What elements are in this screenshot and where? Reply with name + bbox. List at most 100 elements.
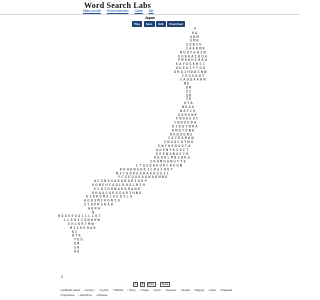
grid-row[interactable]: U O K K A I D O A xyxy=(178,54,207,58)
grid-row[interactable]: I A Y R A M O N xyxy=(168,136,194,140)
word-item[interactable]: •Osaka xyxy=(140,289,149,292)
grid-row[interactable]: C E G S O H T xyxy=(182,74,204,78)
grid-row[interactable]: U Y A xyxy=(184,101,193,105)
grid-row[interactable]: R M O T O N K xyxy=(172,128,195,132)
grid-row[interactable]: R K A A G A R A G A R I H N O xyxy=(92,191,141,195)
nav-link-make[interactable]: Make puzzle xyxy=(83,9,101,13)
word-item[interactable]: •Nagasaki xyxy=(220,289,232,292)
grid-row[interactable]: K A Y U S K R S C xyxy=(176,62,205,66)
grid-row[interactable]: E C O I O H N A K O R A N O xyxy=(94,187,140,191)
puzzle-title: Japan xyxy=(144,16,156,20)
grid-row[interactable]: O K D U O N S xyxy=(170,132,192,136)
grid-row[interactable]: H I K O T M R A xyxy=(172,125,198,129)
grid-row[interactable]: A O R S M I K O N I O xyxy=(84,199,120,203)
word-label: Tokyo xyxy=(128,289,136,292)
grid-row[interactable]: U M xyxy=(74,242,79,246)
grid-row[interactable]: L L E K I C O N O H W xyxy=(64,218,101,222)
word-item[interactable]: •Kyushu xyxy=(98,289,108,292)
word-item[interactable]: •Hiroshima xyxy=(79,294,92,297)
grid-row[interactable]: Y U O xyxy=(74,238,83,242)
word-label: Hokkaido Island xyxy=(61,289,80,292)
grid-row[interactable]: A C G N A S A K A B A R I O K P xyxy=(94,179,147,183)
word-label: Honshu xyxy=(85,289,95,292)
grid-row[interactable]: M U O Y O H I N xyxy=(180,50,206,54)
grid-row[interactable]: K A xyxy=(192,31,197,35)
grid-row[interactable]: P M R O H I R A A xyxy=(178,58,207,62)
grid-row[interactable]: A O E N Y K S O I T xyxy=(156,148,188,152)
grid-row[interactable]: L T Q S D H E U K C H E O N xyxy=(136,164,182,168)
grid-row[interactable]: I W O G O D A xyxy=(174,121,196,125)
grid-row[interactable]: I R xyxy=(186,97,192,101)
grid-row[interactable]: I A O O A A H N xyxy=(180,78,206,82)
word-item[interactable]: •Kobe xyxy=(208,289,216,292)
grid-row[interactable]: M I I K E H A K xyxy=(70,226,96,230)
grid-row[interactable]: Q B xyxy=(186,93,191,97)
word-label: Shikoku xyxy=(114,289,124,292)
word-label: Osaka xyxy=(141,289,149,292)
grid-row[interactable]: O N xyxy=(186,86,191,90)
tool-a-button[interactable]: A xyxy=(133,282,139,287)
grid-row[interactable]: N O A A xyxy=(182,105,194,109)
grid-row[interactable]: K I K K O M A L U E O I L A xyxy=(86,195,132,199)
grid-row[interactable]: I K A M H O N U T T E xyxy=(150,160,186,164)
grid-row[interactable]: S M R xyxy=(190,39,199,43)
word-item[interactable]: •Kyoto xyxy=(153,289,161,292)
grid-row[interactable]: R O U V E S O L L L L O T xyxy=(58,214,101,218)
word-item[interactable]: •Sapporo xyxy=(165,289,176,292)
word-item[interactable]: •Tokyo xyxy=(127,289,135,292)
word-item[interactable]: •Nagoya xyxy=(194,289,204,292)
save-button[interactable]: Save xyxy=(143,21,155,27)
word-item[interactable]: •Shikoku xyxy=(113,289,124,292)
edit-button[interactable]: Edit xyxy=(156,21,166,27)
grid-row[interactable]: U O N E H C A O L R O G L R I H xyxy=(92,183,145,187)
grid-row[interactable]: S O B I U xyxy=(186,43,201,47)
word-item[interactable]: •Okinawa xyxy=(96,294,108,297)
word-label: Sapporo xyxy=(166,289,177,292)
grid-row[interactable]: S N G O C A T M O xyxy=(164,140,193,144)
grid-row[interactable]: A K O O L M B I H K O xyxy=(154,156,190,160)
nav-link-guide[interactable]: Guide xyxy=(134,9,143,13)
grid-row[interactable]: O S xyxy=(186,89,191,93)
grid-row[interactable]: I A K K M R xyxy=(186,47,206,51)
word-item[interactable]: •Kagoshima xyxy=(60,294,75,297)
grid-row[interactable]: G O R E N K xyxy=(178,113,198,117)
letter-grid: PK AA O MS M RS O B I UI A K K M RM U O … xyxy=(58,27,207,253)
grid-row[interactable]: N I Y O O R G A R A K O O G I L xyxy=(116,171,169,175)
nav-link-bld[interactable]: Bld xyxy=(149,9,154,13)
grid-row[interactable]: K K H O N S H K J C R S I H U T xyxy=(120,167,173,171)
grid-row[interactable]: Y C S E O O A A A N A O N N O xyxy=(118,175,167,179)
grid-row[interactable]: N E xyxy=(184,82,189,86)
word-list: •Hokkaido Island •Honshu •Kyushu •Shikoku •T… xyxy=(60,289,242,297)
grid-row[interactable]: O R A I H D D S W W xyxy=(174,70,207,74)
grid-row[interactable]: S H xyxy=(74,245,79,249)
word-label: Kobe xyxy=(209,289,216,292)
grid-row[interactable]: U K E A I Y C O O xyxy=(176,66,205,70)
grid-row[interactable]: E W Y O K O O O T A xyxy=(158,144,190,148)
word-item[interactable]: •Hokkaido Island xyxy=(60,289,80,292)
grid-row[interactable]: N xyxy=(92,210,94,214)
grid-row[interactable]: K I xyxy=(72,230,77,234)
grid-row[interactable]: F N O A E O C xyxy=(176,117,198,121)
grid-row[interactable]: N A F L K xyxy=(180,109,196,113)
grid-row[interactable]: E H L K R T M W xyxy=(68,222,94,226)
grid-row[interactable]: A O M xyxy=(190,35,199,39)
puzzle-toolbar: A B Print Solve xyxy=(133,282,171,287)
solve-button[interactable]: Solve xyxy=(160,282,171,287)
word-label: Kyushu xyxy=(99,289,109,292)
header-divider xyxy=(0,14,300,15)
grid-row[interactable]: H T A xyxy=(72,234,81,238)
nav-link-recommended[interactable]: Recommended xyxy=(107,9,129,13)
word-item[interactable]: •Sendai xyxy=(180,289,190,292)
grid-row[interactable]: P xyxy=(194,27,196,31)
word-item[interactable]: •Honshu xyxy=(84,289,94,292)
tool-b-button[interactable]: B xyxy=(139,282,146,287)
nav-bar: Make puzzle Recommended Guide Bld xyxy=(83,9,158,13)
word-label: Kyoto xyxy=(154,289,161,292)
grid-row[interactable]: E E E N O N A E I H xyxy=(156,152,188,156)
play-button[interactable]: Play xyxy=(132,21,143,27)
download-button[interactable]: Download xyxy=(167,21,185,27)
grid-row[interactable]: A O R A xyxy=(88,206,100,210)
print-button[interactable]: Print xyxy=(146,282,156,287)
grid-row[interactable]: S Y A P R S R A D xyxy=(84,203,113,207)
grid-row[interactable]: H U xyxy=(74,249,79,253)
